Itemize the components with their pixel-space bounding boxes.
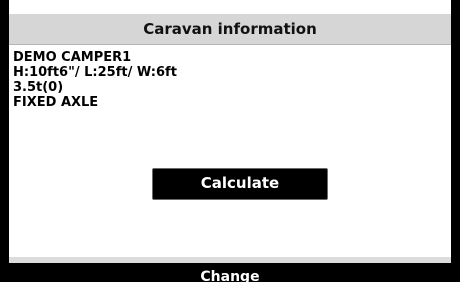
caravan-dimensions: H:10ft6"/ L:25ft/ W:6ft (13, 65, 177, 80)
change-button[interactable]: Change (0, 263, 460, 282)
screen-frame-right (451, 0, 460, 282)
caravan-details: DEMO CAMPER1 H:10ft6"/ L:25ft/ W:6ft 3.5… (13, 50, 177, 110)
calculate-button-label: Calculate (200, 174, 280, 192)
caravan-axle: FIXED AXLE (13, 95, 99, 110)
title-bar: Caravan information (9, 14, 451, 45)
caravan-info-screen: Caravan information DEMO CAMPER1 H:10ft6… (0, 0, 460, 282)
page-title: Caravan information (143, 20, 317, 38)
caravan-weight: 3.5t(0) (13, 80, 64, 95)
change-button-label: Change (200, 269, 260, 282)
caravan-name: DEMO CAMPER1 (13, 50, 132, 65)
calculate-button[interactable]: Calculate (152, 168, 328, 200)
screen-frame-left (0, 0, 9, 282)
